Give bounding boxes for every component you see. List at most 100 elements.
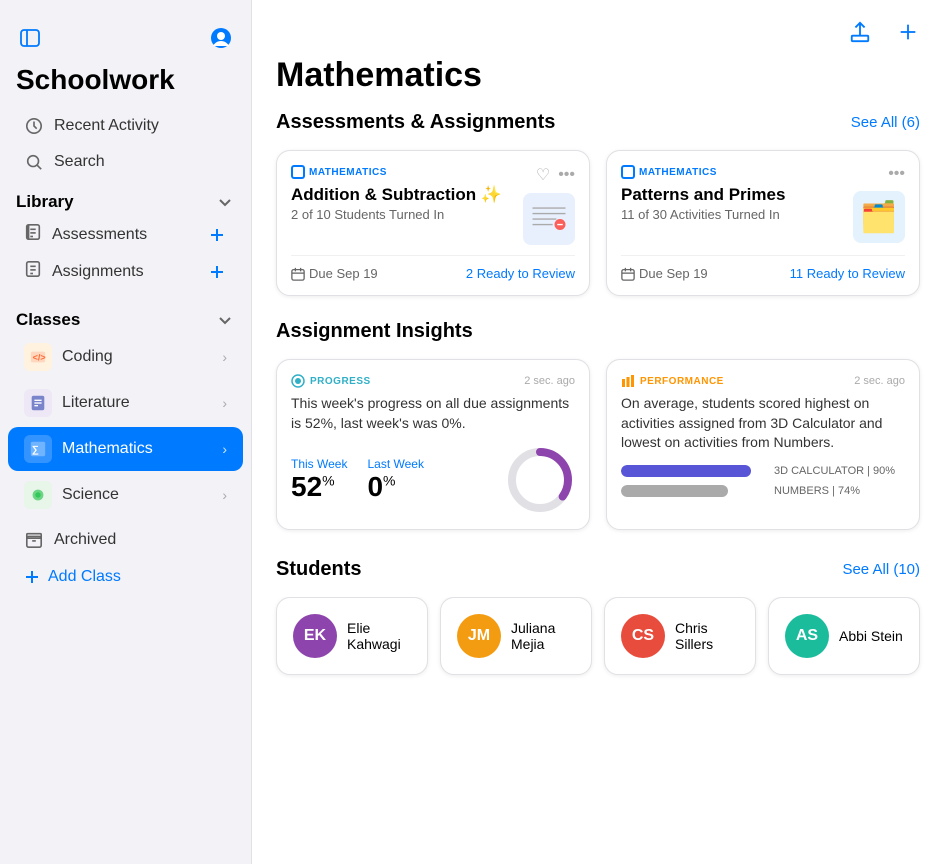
library-collapse-toggle[interactable] — [215, 192, 235, 212]
student-card-2[interactable]: CS Chris Sillers — [604, 597, 756, 675]
sidebar-item-mathematics[interactable]: ∑ Mathematics › — [8, 427, 243, 471]
insight-type-performance: PERFORMANCE — [640, 376, 724, 387]
student-name-0: Elie Kahwagi — [347, 620, 411, 652]
student-card-0[interactable]: EK Elie Kahwagi — [276, 597, 428, 675]
add-class-label: Add Class — [48, 568, 121, 586]
insight-card-performance: PERFORMANCE 2 sec. ago On average, stude… — [606, 359, 920, 530]
mathematics-class-icon: ∑ — [24, 435, 52, 463]
card-badge-0: MATHEMATICS — [291, 165, 523, 179]
science-chevron-icon: › — [222, 487, 227, 503]
insight-text-progress: This week's progress on all due assignme… — [291, 394, 575, 433]
sidebar-item-coding[interactable]: </> Coding › — [8, 335, 243, 379]
sidebar-top-bar — [0, 16, 251, 52]
students-section-title: Students — [276, 558, 362, 581]
sidebar: Schoolwork Recent Activity Search Librar… — [0, 0, 252, 864]
insight-badge-progress: PROGRESS 2 sec. ago — [291, 374, 575, 388]
sidebar-toggle-icon[interactable] — [16, 24, 44, 52]
add-button[interactable] — [892, 16, 924, 48]
add-assignment-button[interactable] — [207, 262, 227, 282]
card-thumbnail-1: 🗂️ — [853, 191, 905, 243]
science-class-icon — [24, 481, 52, 509]
insights-cards-row: PROGRESS 2 sec. ago This week's progress… — [252, 359, 944, 550]
svg-text:</>: </> — [33, 353, 46, 363]
assessments-section-title: Assessments & Assignments — [276, 111, 555, 134]
card-badge-1: MATHEMATICS — [621, 165, 853, 179]
card-subtitle-1: 11 of 30 Activities Turned In — [621, 207, 853, 222]
card-footer-1: Due Sep 19 11 Ready to Review — [621, 255, 905, 281]
card-more-icon-1[interactable]: ••• — [888, 165, 905, 183]
add-assessment-button[interactable] — [207, 225, 227, 245]
card-review-0[interactable]: 2 Ready to Review — [466, 266, 575, 281]
card-footer-0: Due Sep 19 2 Ready to Review — [291, 255, 575, 281]
classes-section-header: Classes — [0, 298, 251, 334]
sidebar-item-assessments[interactable]: Assessments — [8, 216, 243, 253]
card-review-1[interactable]: 11 Ready to Review — [790, 266, 905, 281]
student-name-2: Chris Sillers — [675, 620, 739, 652]
card-heart-icon-0[interactable]: ♡ — [536, 165, 550, 185]
coding-class-icon: </> — [24, 343, 52, 371]
insight-time-progress: 2 sec. ago — [524, 375, 575, 387]
sidebar-item-science[interactable]: Science › — [8, 473, 243, 517]
profile-icon[interactable] — [207, 24, 235, 52]
student-card-1[interactable]: JM Juliana Mejia — [440, 597, 592, 675]
students-see-all-button[interactable]: See All (10) — [842, 561, 920, 578]
add-class-button[interactable]: Add Class — [8, 560, 243, 594]
students-row: EK Elie Kahwagi JM Juliana Mejia CS Chri… — [252, 597, 944, 695]
bar-fill-0 — [621, 465, 751, 477]
insight-card-progress: PROGRESS 2 sec. ago This week's progress… — [276, 359, 590, 530]
last-week-metric: Last Week 0% — [367, 457, 423, 503]
bar-fill-1 — [621, 485, 728, 497]
student-avatar-1: JM — [457, 614, 501, 658]
insights-section-header: Assignment Insights — [252, 312, 944, 351]
calendar-icon-0 — [291, 267, 305, 281]
search-icon — [24, 152, 44, 172]
students-section-header: Students See All (10) — [252, 550, 944, 589]
sidebar-item-recent[interactable]: Recent Activity — [8, 108, 243, 144]
literature-class-icon — [24, 389, 52, 417]
assessments-see-all-button[interactable]: See All (6) — [851, 114, 920, 131]
bar-label-1: NUMBERS | 74% — [774, 485, 860, 497]
this-week-value: 52% — [291, 471, 347, 503]
literature-label: Literature — [62, 394, 130, 412]
library-section-header: Library — [0, 180, 251, 216]
card-title-0: Addition & Subtraction ✨ — [291, 185, 523, 205]
clock-icon — [24, 116, 44, 136]
search-label: Search — [54, 153, 105, 171]
page-title: Mathematics — [252, 56, 944, 103]
library-title: Library — [16, 192, 74, 212]
classes-collapse-toggle[interactable] — [215, 310, 235, 330]
last-week-value: 0% — [367, 471, 423, 503]
export-button[interactable] — [844, 16, 876, 48]
insight-time-performance: 2 sec. ago — [854, 375, 905, 387]
bar-track-0 — [621, 465, 766, 477]
assignment-card-1[interactable]: MATHEMATICS Patterns and Primes 11 of 30… — [606, 150, 920, 296]
student-name-3: Abbi Stein — [839, 628, 903, 644]
insight-metrics-progress: This Week 52% Last Week 0% — [291, 445, 575, 515]
math-badge-icon-1 — [621, 165, 635, 179]
card-thumbnail-0 — [523, 193, 575, 245]
sidebar-item-search[interactable]: Search — [8, 144, 243, 180]
coding-label: Coding — [62, 348, 113, 366]
card-title-1: Patterns and Primes — [621, 185, 853, 205]
card-badge-text-1: MATHEMATICS — [639, 167, 717, 178]
sidebar-item-literature[interactable]: Literature › — [8, 381, 243, 425]
progress-donut-chart — [505, 445, 575, 515]
bar-label-0: 3D CALCULATOR | 90% — [774, 465, 895, 477]
progress-icon — [291, 374, 305, 388]
performance-icon — [621, 374, 635, 388]
assignments-label: Assignments — [52, 263, 144, 281]
insight-badge-performance: PERFORMANCE 2 sec. ago — [621, 374, 905, 388]
student-avatar-0: EK — [293, 614, 337, 658]
student-card-3[interactable]: AS Abbi Stein — [768, 597, 920, 675]
bar-track-1 — [621, 485, 766, 497]
assignments-icon — [24, 260, 42, 283]
student-name-1: Juliana Mejia — [511, 620, 575, 652]
sidebar-item-assignments[interactable]: Assignments — [8, 253, 243, 290]
performance-bars: 3D CALCULATOR | 90% NUMBERS | 74% — [621, 465, 905, 497]
student-avatar-2: CS — [621, 614, 665, 658]
calendar-icon-1 — [621, 267, 635, 281]
card-due-1: Due Sep 19 — [621, 266, 708, 281]
card-more-icon-0[interactable]: ••• — [558, 166, 575, 184]
sidebar-item-archived[interactable]: Archived — [8, 522, 243, 558]
assignment-card-0[interactable]: MATHEMATICS Addition & Subtraction ✨ 2 o… — [276, 150, 590, 296]
